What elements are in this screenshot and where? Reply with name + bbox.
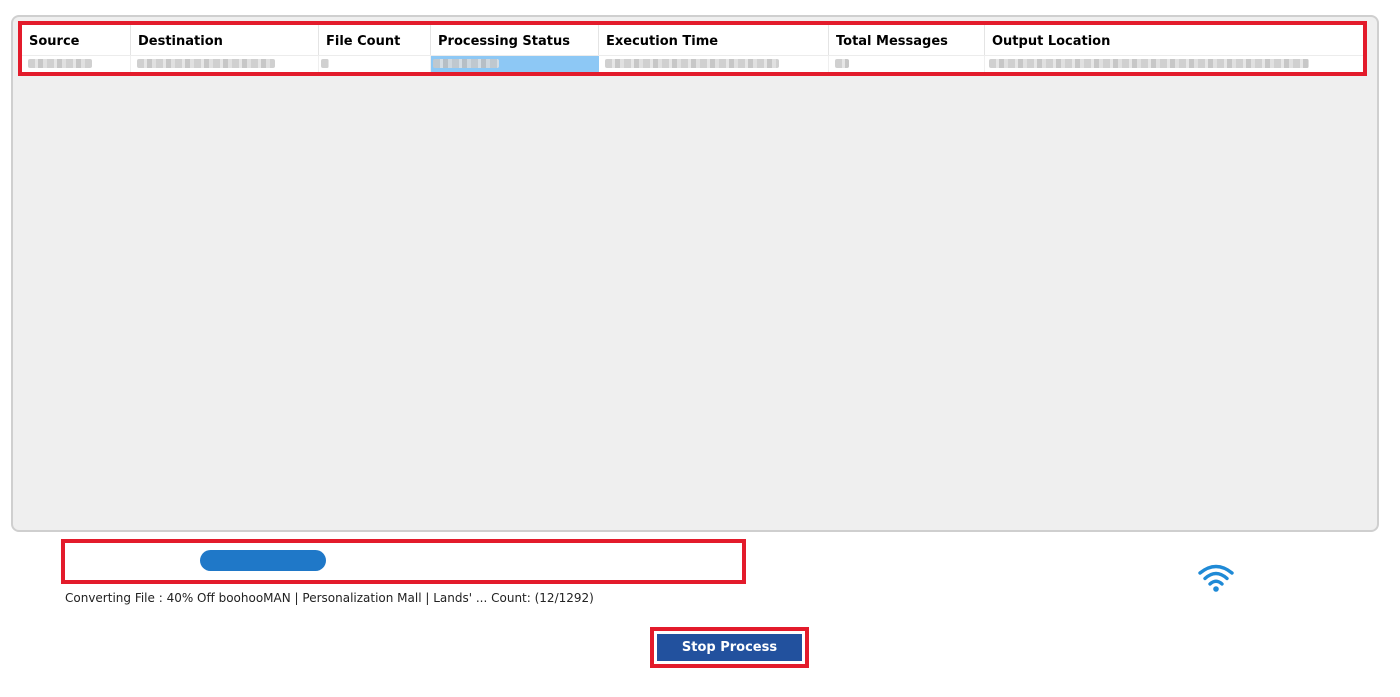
column-header-total-messages[interactable]: Total Messages [829, 25, 985, 55]
column-header-destination[interactable]: Destination [131, 25, 319, 55]
column-header-file-count[interactable]: File Count [319, 25, 431, 55]
cell-source [22, 56, 131, 72]
column-header-processing-status[interactable]: Processing Status [431, 25, 599, 55]
cell-processing-status [431, 56, 599, 72]
column-header-execution-time[interactable]: Execution Time [599, 25, 829, 55]
progress-indicator [200, 550, 326, 571]
cell-output-location [985, 56, 1363, 72]
results-table: Source Destination File Count Processing… [18, 21, 1367, 76]
cell-total-messages [829, 56, 985, 72]
table-row[interactable] [22, 55, 1363, 72]
stop-process-button[interactable]: Stop Process [657, 634, 802, 661]
cell-execution-time [599, 56, 829, 72]
results-panel [11, 15, 1379, 532]
column-header-source[interactable]: Source [22, 25, 131, 55]
column-header-output-location[interactable]: Output Location [985, 25, 1363, 55]
conversion-status-text: Converting File : 40% Off boohooMAN | Pe… [65, 591, 594, 605]
cell-file-count [319, 56, 431, 72]
cell-destination [131, 56, 319, 72]
wifi-icon [1198, 564, 1234, 592]
table-header: Source Destination File Count Processing… [22, 25, 1363, 55]
stop-button-highlight: Stop Process [650, 627, 809, 668]
progress-bar [61, 539, 746, 584]
